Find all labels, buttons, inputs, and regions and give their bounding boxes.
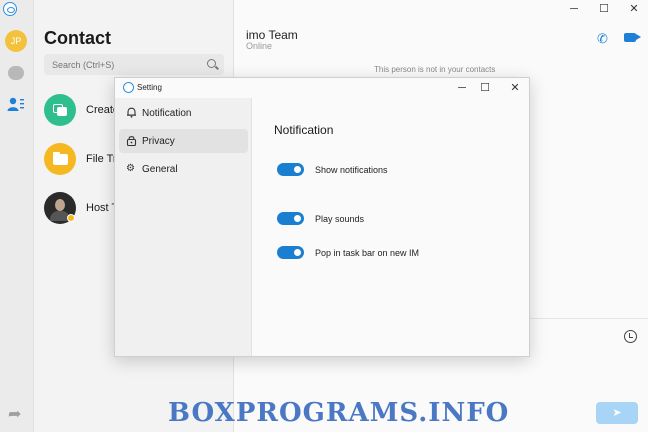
contact-avatar bbox=[44, 192, 76, 224]
send-button[interactable]: ➤ bbox=[596, 402, 638, 424]
not-in-contacts-notice: This person is not in your contacts bbox=[374, 65, 496, 74]
phone-call-icon[interactable]: ✆ bbox=[597, 31, 608, 47]
close-button[interactable]: ✕ bbox=[620, 1, 648, 17]
watermark: BOXPROGRAMS.INFO bbox=[168, 398, 510, 428]
play-sounds-toggle[interactable] bbox=[277, 212, 304, 225]
bell-icon bbox=[126, 107, 137, 118]
contacts-icon[interactable] bbox=[7, 96, 25, 112]
search-icon[interactable] bbox=[207, 59, 216, 68]
create-group-icon bbox=[44, 94, 76, 126]
show-notifications-toggle[interactable] bbox=[277, 163, 304, 176]
toggle-label: Play sounds bbox=[315, 214, 365, 224]
dialog-maximize-button[interactable]: ☐ bbox=[474, 80, 496, 96]
contact-title: Contact bbox=[44, 28, 111, 48]
list-item-label: File Tr bbox=[86, 153, 117, 165]
maximize-button[interactable]: ☐ bbox=[590, 1, 618, 17]
dialog-minimize-button[interactable]: ─ bbox=[451, 80, 473, 96]
user-avatar[interactable]: JP bbox=[5, 30, 27, 52]
chat-contact-name: imo Team bbox=[246, 28, 298, 42]
nav-item-label: Notification bbox=[142, 108, 192, 119]
imo-logo-icon bbox=[123, 82, 134, 93]
share-icon[interactable]: ➦ bbox=[8, 404, 21, 424]
icon-rail: JP ➦ bbox=[0, 0, 34, 432]
section-heading: Notification bbox=[274, 123, 334, 137]
imo-logo-icon bbox=[3, 2, 17, 16]
chats-icon[interactable] bbox=[8, 66, 24, 80]
settings-content: Notification Show notifications Play sou… bbox=[253, 98, 529, 356]
gear-icon: ⚙ bbox=[126, 163, 135, 174]
video-call-icon[interactable] bbox=[624, 33, 641, 42]
minimize-button[interactable]: ─ bbox=[560, 1, 588, 17]
nav-item-general[interactable]: ⚙ General bbox=[119, 157, 248, 181]
toggle-label: Pop in task bar on new IM bbox=[315, 248, 420, 258]
folder-icon bbox=[44, 143, 76, 175]
settings-dialog: Setting ─ ☐ ✕ Notification Privacy ⚙ Gen… bbox=[114, 77, 530, 357]
settings-sidebar: Notification Privacy ⚙ General bbox=[115, 98, 252, 356]
nav-item-label: Privacy bbox=[142, 136, 175, 147]
search-input[interactable] bbox=[44, 54, 224, 75]
dialog-title: Setting bbox=[137, 83, 162, 92]
dialog-close-button[interactable]: ✕ bbox=[504, 80, 526, 96]
toggle-label: Show notifications bbox=[315, 165, 388, 175]
pop-in-taskbar-toggle[interactable] bbox=[277, 246, 304, 259]
clock-icon[interactable] bbox=[624, 330, 637, 343]
nav-item-label: General bbox=[142, 164, 178, 175]
dialog-titlebar[interactable]: Setting ─ ☐ ✕ bbox=[115, 78, 529, 98]
chat-contact-status: Online bbox=[246, 41, 273, 51]
nav-item-notification[interactable]: Notification bbox=[119, 101, 248, 125]
lock-icon bbox=[126, 135, 137, 147]
nav-item-privacy[interactable]: Privacy bbox=[119, 129, 248, 153]
